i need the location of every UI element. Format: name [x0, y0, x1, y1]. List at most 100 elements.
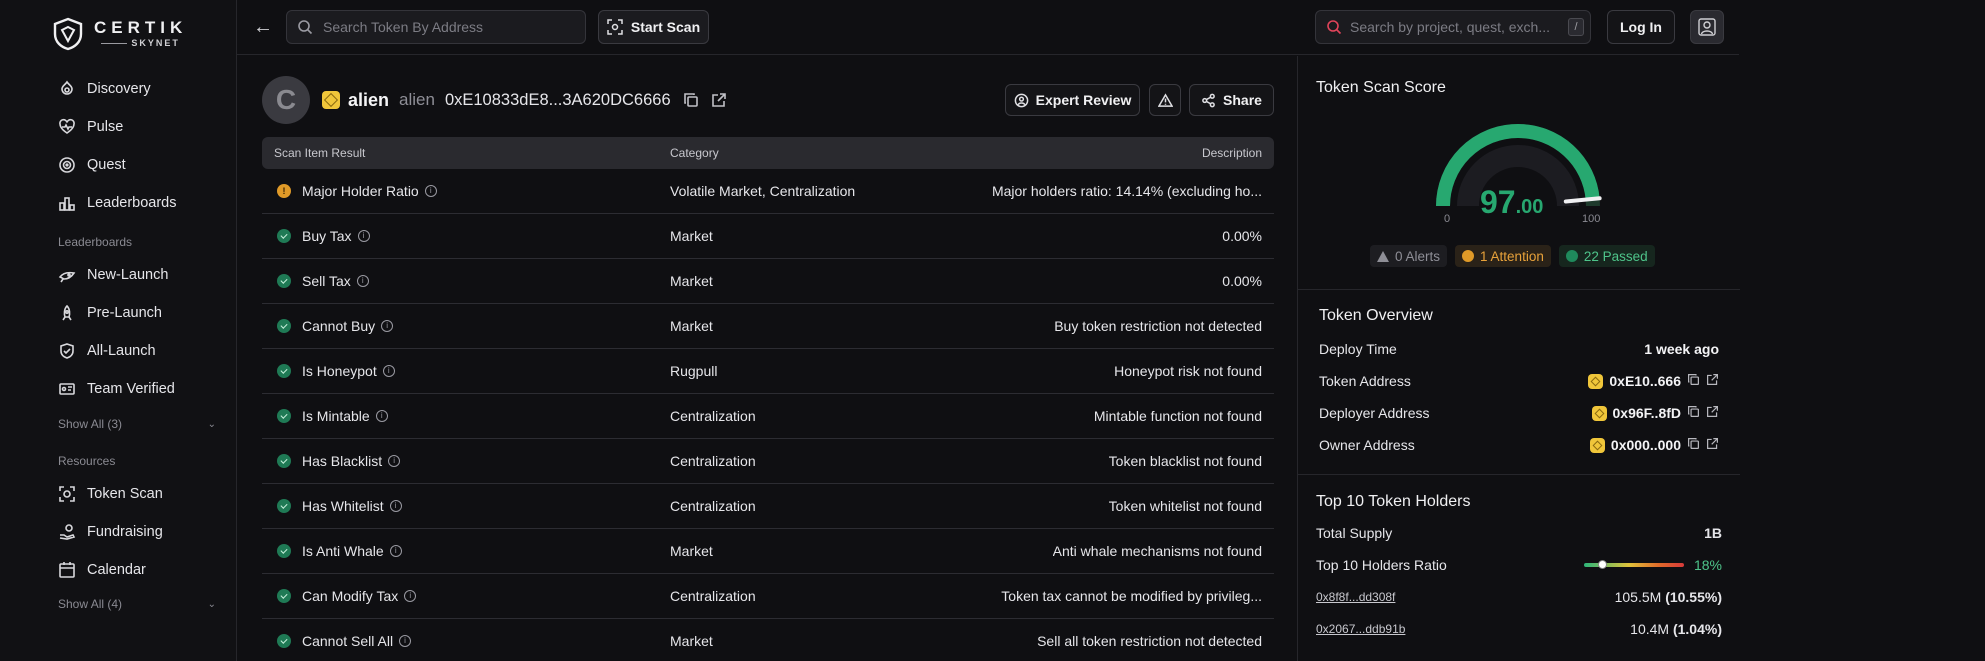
external-link-icon[interactable]	[1706, 437, 1719, 453]
sidebar-item-label: Pre-Launch	[87, 305, 162, 321]
logo-certik-text: CERTIK	[94, 18, 188, 37]
table-row[interactable]: Has Blacklist i Centralization Token blackl…	[262, 439, 1274, 484]
scan-item-category: Market	[670, 273, 713, 289]
info-icon[interactable]: i	[399, 635, 412, 647]
passed-badge[interactable]: 22 Passed	[1558, 245, 1655, 267]
share-button[interactable]: Share	[1189, 84, 1274, 116]
table-row[interactable]: Cannot Sell All i Market Sell all token res…	[262, 619, 1274, 661]
chevron-down-icon: ⌄	[207, 598, 216, 610]
info-icon[interactable]: i	[424, 185, 437, 197]
attention-icon	[277, 184, 291, 198]
alerts-badge[interactable]: 0 Alerts	[1370, 245, 1448, 267]
check-circle-icon	[1565, 250, 1578, 262]
info-icon[interactable]: i	[389, 500, 402, 512]
info-icon[interactable]: i	[382, 365, 395, 377]
overview-value: 0xE10..666	[1609, 373, 1681, 389]
token-search-box[interactable]	[286, 10, 586, 44]
check-circle-icon	[277, 229, 291, 243]
holders-ratio-indicator	[1597, 560, 1607, 569]
sidebar-item-pulse[interactable]: Pulse	[58, 116, 123, 138]
copy-icon[interactable]	[683, 92, 699, 108]
sidebar-item-calendar[interactable]: Calendar	[58, 559, 146, 581]
report-button[interactable]	[1149, 84, 1181, 116]
table-row[interactable]: Sell Tax i Market 0.00%	[262, 259, 1274, 304]
show-all-resources[interactable]: Show All (4) ⌄	[58, 597, 216, 611]
overview-row-deployer-address: Deployer Address 0x96F..8fD	[1319, 402, 1719, 424]
start-scan-button[interactable]: Start Scan	[598, 10, 709, 44]
scan-item-category: Market	[670, 318, 713, 334]
scan-item-name-cell: Can Modify Tax i	[302, 588, 417, 604]
holders-ratio-value: 18%	[1693, 557, 1722, 573]
check-circle-icon	[277, 364, 291, 378]
scan-icon	[607, 19, 623, 35]
sidebar-item-quest[interactable]: Quest	[58, 154, 126, 176]
scan-item-category: Volatile Market, Centralization	[670, 183, 856, 199]
login-button[interactable]: Log In	[1607, 10, 1675, 44]
holder-address-link[interactable]: 0x8f8f...dd308f	[1316, 590, 1395, 604]
copy-icon[interactable]	[1687, 405, 1700, 421]
sidebar-item-discovery[interactable]: Discovery	[58, 78, 151, 100]
scan-item-description: Buy token restriction not detected	[1054, 318, 1262, 334]
sidebar-item-pre-launch[interactable]: Pre-Launch	[58, 302, 162, 324]
sidebar-item-all-launch[interactable]: All-Launch	[58, 340, 156, 362]
info-icon[interactable]: i	[357, 230, 370, 242]
global-search-box[interactable]: /	[1315, 10, 1591, 44]
scan-item-category: Centralization	[670, 498, 756, 514]
sidebar-item-leaderboards[interactable]: Leaderboards	[58, 192, 177, 214]
external-link-icon[interactable]	[1706, 373, 1719, 389]
holder-address-link[interactable]: 0x2067...ddb91b	[1316, 622, 1405, 636]
sidebar-item-token-scan[interactable]: Token Scan	[58, 483, 163, 505]
top-holders-section: Top 10 Token Holders Total Supply 1B Top…	[1298, 475, 1740, 661]
info-icon[interactable]: i	[389, 545, 402, 557]
token-scan-score-section: Token Scan Score 97.00 0 100 0 Alerts 1 …	[1298, 56, 1740, 290]
sidebar: CERTIK SKYNET Discovery Pulse Quest Lead…	[0, 0, 237, 661]
token-address-search-input[interactable]	[323, 19, 543, 35]
overview-value: 1 week ago	[1644, 341, 1719, 357]
table-row[interactable]: Is Mintable i Centralization Mintable funct…	[262, 394, 1274, 439]
scan-item-description: Honeypot risk not found	[1114, 363, 1262, 379]
scan-item-name-cell: Is Anti Whale i	[302, 543, 402, 559]
scan-item-name-cell: Sell Tax i	[302, 273, 369, 289]
back-arrow-icon[interactable]: ←	[253, 16, 275, 38]
sidebar-section-resources: Resources	[58, 454, 116, 468]
scan-item-name-cell: Buy Tax i	[302, 228, 370, 244]
info-icon[interactable]: i	[381, 320, 394, 332]
table-row[interactable]: Cannot Buy i Market Buy token restriction n…	[262, 304, 1274, 349]
external-link-icon[interactable]	[1706, 405, 1719, 421]
info-icon[interactable]: i	[404, 590, 417, 602]
table-row[interactable]: Is Honeypot i Rugpull Honeypot risk not fou…	[262, 349, 1274, 394]
column-header-description: Description	[1201, 146, 1262, 160]
attention-badge[interactable]: 1 Attention	[1455, 245, 1551, 267]
copy-icon[interactable]	[1687, 437, 1700, 453]
sidebar-item-label: Fundraising	[87, 524, 163, 540]
table-row[interactable]: Major Holder Ratio i Volatile Market, Cent…	[262, 169, 1274, 214]
sidebar-item-team-verified[interactable]: Team Verified	[58, 378, 175, 400]
external-link-icon[interactable]	[711, 92, 727, 108]
global-search-input[interactable]	[1350, 19, 1560, 35]
holder-amount: 105.5M	[1614, 589, 1662, 605]
overview-label: Owner Address	[1319, 437, 1415, 453]
alert-triangle-icon	[1377, 250, 1389, 262]
table-row[interactable]: Buy Tax i Market 0.00%	[262, 214, 1274, 259]
scan-item-name-cell: Has Blacklist i	[302, 453, 401, 469]
info-icon[interactable]: i	[375, 410, 388, 422]
info-icon[interactable]: i	[388, 455, 401, 467]
table-row[interactable]: Has Whitelist i Centralization Token whitel…	[262, 484, 1274, 529]
copy-icon[interactable]	[1687, 373, 1700, 389]
alerts-count: 0 Alerts	[1395, 248, 1441, 264]
table-row[interactable]: Can Modify Tax i Centralization Token tax c…	[262, 574, 1274, 619]
expert-review-label: Expert Review	[1035, 92, 1132, 108]
share-label: Share	[1223, 92, 1262, 108]
table-row[interactable]: Is Anti Whale i Market Anti whale mechanism…	[262, 529, 1274, 574]
fundraising-icon	[59, 524, 76, 540]
certik-skynet-logo[interactable]: CERTIK SKYNET	[52, 16, 187, 52]
sidebar-item-fundraising[interactable]: Fundraising	[58, 521, 163, 543]
info-icon[interactable]: i	[356, 275, 369, 287]
token-symbol: alien	[399, 90, 435, 109]
sidebar-item-new-launch[interactable]: New-Launch	[58, 264, 168, 286]
show-all-leaderboards[interactable]: Show All (3) ⌄	[58, 417, 216, 431]
expert-review-button[interactable]: Expert Review	[1005, 84, 1140, 116]
user-avatar-button[interactable]	[1690, 10, 1724, 44]
user-icon	[1698, 18, 1716, 36]
token-header: C alien alien 0xE10833dE8...3A620DC6666	[262, 76, 727, 124]
